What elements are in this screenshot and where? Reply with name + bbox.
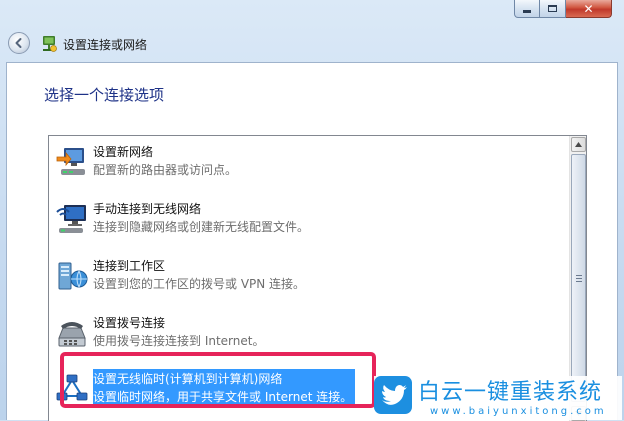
option-description: 配置新的路由器或访问点。 xyxy=(93,163,238,177)
maximize-button[interactable] xyxy=(540,0,566,18)
watermark-title: 白云一键重装系统 xyxy=(418,380,603,405)
minimize-icon xyxy=(523,10,531,13)
watermark: 白云一键重装系统 www.baiyunxitong.com xyxy=(374,376,622,420)
back-arrow-icon xyxy=(15,38,22,48)
phone-modem-icon xyxy=(58,322,86,347)
highlight-annotation-box xyxy=(60,352,376,408)
scrollbar-thumb[interactable] xyxy=(571,154,586,402)
wireless-monitor-icon xyxy=(56,205,86,233)
grip-line xyxy=(576,278,582,279)
close-icon: ✕ xyxy=(583,1,594,16)
bird-icon xyxy=(382,385,407,405)
chevron-up-icon xyxy=(575,142,582,147)
option-title: 手动连接到无线网络 xyxy=(93,202,202,216)
content-panel: 选择一个连接选项 设置新网络 配置新的路由器或访问点。 手动连接到无线网络 连接… xyxy=(6,62,618,421)
network-setup-icon xyxy=(43,36,57,52)
option-connect-workplace[interactable]: 连接到工作区 设置到您的工作区的拨号或 VPN 连接。 xyxy=(49,255,569,305)
window-title: 设置连接或网络 xyxy=(63,38,148,52)
minimize-button[interactable] xyxy=(514,0,540,18)
option-description: 设置到您的工作区的拨号或 VPN 连接。 xyxy=(93,277,306,291)
option-title: 连接到工作区 xyxy=(93,259,166,273)
grip-line xyxy=(576,281,582,282)
grip-line xyxy=(576,275,582,276)
main-instruction: 选择一个连接选项 xyxy=(44,86,165,104)
maximize-icon xyxy=(548,5,557,12)
option-title: 设置新网络 xyxy=(93,145,154,159)
option-manual-wireless[interactable]: 手动连接到无线网络 连接到隐藏网络或创建新无线配置文件。 xyxy=(49,198,569,248)
caption-buttons: ✕ xyxy=(514,0,612,18)
watermark-url: www.baiyunxitong.com xyxy=(430,406,607,417)
bird-logo-icon xyxy=(374,376,412,414)
close-button[interactable]: ✕ xyxy=(566,0,612,18)
option-title: 设置拨号连接 xyxy=(93,316,166,330)
option-set-up-new-network[interactable]: 设置新网络 配置新的路由器或访问点。 xyxy=(49,141,569,191)
wizard-window: ✕ 设置连接或网络 选择一个连接选项 设置新网络 配置新的路由器或访问点。 手动… xyxy=(0,0,624,421)
scroll-up-button[interactable] xyxy=(571,137,586,152)
router-icon xyxy=(56,148,85,175)
option-description: 连接到隐藏网络或创建新无线配置文件。 xyxy=(93,220,310,234)
back-button[interactable] xyxy=(8,32,30,54)
wizard-navbar: 设置连接或网络 xyxy=(0,26,624,60)
workplace-icon xyxy=(58,262,88,290)
option-description: 使用拨号连接连接到 Internet。 xyxy=(93,334,265,348)
